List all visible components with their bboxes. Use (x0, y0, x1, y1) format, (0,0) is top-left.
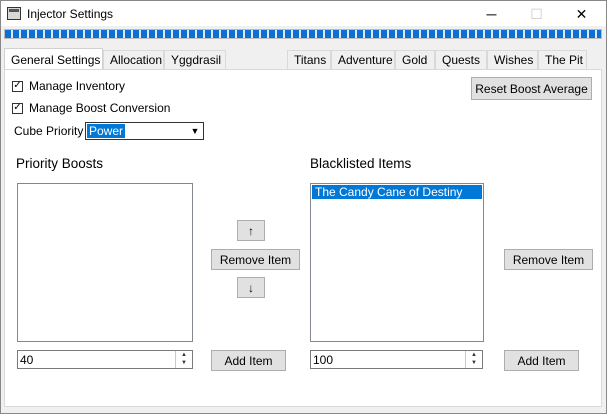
window-title: Injector Settings (27, 7, 114, 21)
tab-wishes[interactable]: Wishes (487, 50, 538, 69)
chevron-down-icon[interactable]: ▼ (188, 124, 202, 138)
tab-the-pit[interactable]: The Pit (538, 50, 587, 69)
button-label: Add Item (517, 353, 566, 368)
maximize-button[interactable]: ☐ (514, 2, 559, 26)
progress-fill (5, 30, 601, 38)
tab-gold[interactable]: Gold (395, 50, 435, 69)
button-label: Reset Boost Average (475, 81, 588, 96)
button-label: Add Item (224, 353, 273, 368)
spin-up-icon[interactable]: ▲ (176, 351, 192, 359)
move-up-button[interactable]: ↑ (237, 220, 265, 241)
tab-allocation[interactable]: Allocation (103, 50, 164, 69)
tab-label: Allocation (110, 53, 163, 67)
spinner[interactable]: ▲ ▼ (175, 351, 192, 368)
checkbox-box[interactable]: ✓ (12, 102, 23, 114)
arrow-up-icon: ↑ (248, 223, 254, 238)
tab-label: Quests (442, 53, 481, 67)
cube-priority-label: Cube Priority (14, 124, 84, 138)
minimize-icon: ─ (486, 6, 497, 22)
spinner[interactable]: ▲ ▼ (465, 351, 482, 368)
app-window-icon (7, 7, 21, 20)
spin-down-icon[interactable]: ▼ (466, 359, 482, 367)
minimize-button[interactable]: ─ (469, 2, 514, 26)
checkbox-box[interactable]: ✓ (12, 80, 23, 92)
tab-label: Gold (402, 53, 428, 67)
tab-label: Wishes (494, 53, 534, 67)
tab-quests[interactable]: Quests (435, 50, 487, 69)
priority-boosts-list[interactable] (17, 183, 193, 342)
close-icon: ✕ (575, 5, 588, 22)
priority-remove-item-button[interactable]: Remove Item (211, 249, 300, 270)
manage-inventory-label: Manage Inventory (29, 79, 126, 93)
button-label: Remove Item (219, 252, 292, 267)
manage-inventory-checkbox[interactable]: ✓ Manage Inventory (12, 79, 125, 93)
checkmark-icon: ✓ (13, 80, 22, 91)
priority-boost-number-input[interactable]: 40 ▲ ▼ (17, 350, 193, 369)
tab-yggdrasil[interactable]: Yggdrasil (164, 50, 226, 69)
manage-boost-conversion-label: Manage Boost Conversion (29, 101, 171, 115)
button-label: Remove Item (512, 252, 585, 267)
tab-label: The Pit (545, 53, 584, 67)
cube-priority-select[interactable]: Power ▼ (85, 122, 204, 140)
checkmark-icon: ✓ (13, 102, 22, 113)
priority-add-item-button[interactable]: Add Item (211, 350, 286, 371)
priority-boosts-heading: Priority Boosts (16, 156, 104, 171)
tab-adventure[interactable]: Adventure (331, 50, 395, 69)
move-down-button[interactable]: ↓ (237, 277, 265, 298)
blacklist-number-input[interactable]: 100 ▲ ▼ (310, 350, 483, 369)
blacklist-value: 100 (313, 353, 334, 367)
arrow-down-icon: ↓ (248, 280, 254, 295)
manage-boost-conversion-checkbox[interactable]: ✓ Manage Boost Conversion (12, 101, 170, 115)
title-bar[interactable]: Injector Settings ─ ☐ ✕ (1, 1, 606, 26)
blacklisted-items-list[interactable]: The Candy Cane of Destiny (310, 183, 484, 342)
tab-label: General Settings (11, 52, 101, 67)
tab-label: Adventure (338, 53, 393, 67)
progress-bar (4, 29, 602, 39)
tab-label: Yggdrasil (171, 53, 222, 67)
cube-priority-value: Power (87, 124, 126, 138)
blacklist-remove-item-button[interactable]: Remove Item (504, 249, 593, 270)
spin-up-icon[interactable]: ▲ (466, 351, 482, 359)
tab-general-settings[interactable]: General Settings (4, 48, 103, 70)
tab-titans[interactable]: Titans (287, 50, 331, 69)
maximize-icon: ☐ (530, 5, 543, 22)
list-item[interactable]: The Candy Cane of Destiny (312, 185, 482, 199)
priority-boost-value: 40 (20, 353, 34, 367)
blacklisted-items-heading: Blacklisted Items (310, 156, 412, 171)
tab-label: Titans (294, 53, 327, 67)
close-button[interactable]: ✕ (559, 2, 604, 26)
blacklist-add-item-button[interactable]: Add Item (504, 350, 579, 371)
spin-down-icon[interactable]: ▼ (176, 359, 192, 367)
reset-boost-average-button[interactable]: Reset Boost Average (471, 77, 592, 100)
